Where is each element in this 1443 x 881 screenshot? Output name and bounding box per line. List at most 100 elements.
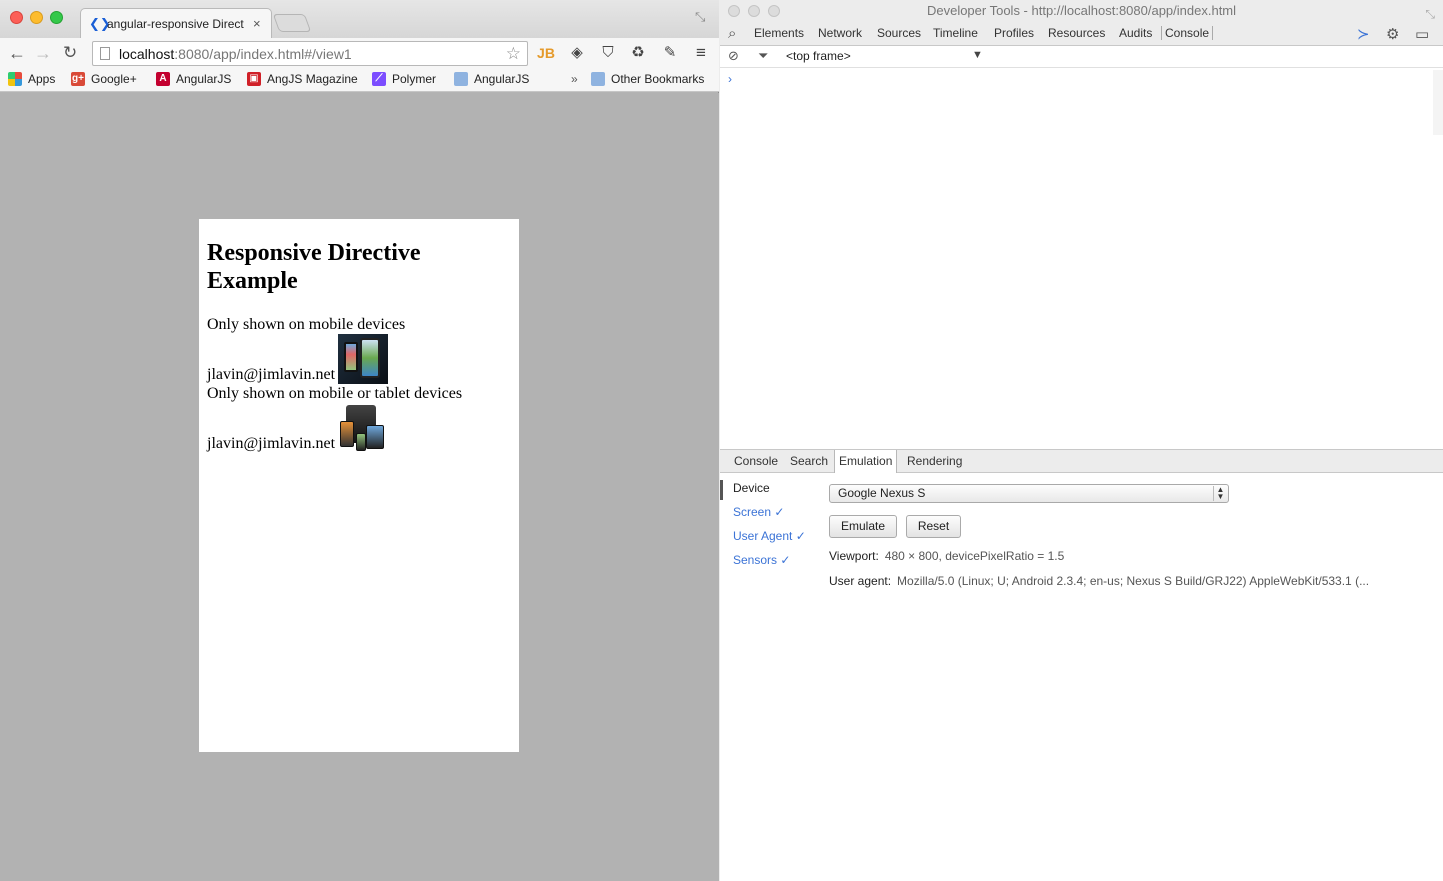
bookmark-angularjs[interactable]: A AngularJS bbox=[156, 72, 231, 86]
user-agent-info: User agent: Mozilla/5.0 (Linux; U; Androi… bbox=[829, 574, 1369, 588]
cup-extension-icon[interactable]: ⛉ bbox=[598, 43, 618, 63]
bookmark-folder-angularjs[interactable]: AngularJS bbox=[454, 72, 529, 86]
drawer-tab-emulation[interactable]: Emulation bbox=[834, 450, 898, 473]
console-toolbar: ⊘ ⏷ <top frame> ▼ bbox=[720, 46, 1443, 68]
fullscreen-icon[interactable]: ⤡ bbox=[695, 9, 705, 25]
bookmark-label: AngJS Magazine bbox=[267, 72, 358, 86]
tab-title: angular-responsive Direct bbox=[107, 16, 244, 31]
emulation-section-device[interactable]: Device bbox=[733, 481, 770, 495]
tab-elements[interactable]: Elements bbox=[754, 26, 804, 40]
console-prompt[interactable]: › bbox=[728, 72, 732, 86]
chevron-down-icon[interactable]: ▼ bbox=[972, 49, 983, 61]
bookmark-label: Google+ bbox=[91, 72, 137, 86]
tab-audits[interactable]: Audits bbox=[1119, 26, 1152, 40]
bookmark-google-plus[interactable]: g+ Google+ bbox=[71, 72, 137, 86]
maximize-window-button[interactable] bbox=[50, 11, 63, 24]
emulation-section-user-agent[interactable]: User Agent ✓ bbox=[733, 529, 806, 543]
bookmark-star-icon[interactable]: ☆ bbox=[506, 44, 521, 64]
forward-arrow-icon[interactable]: → bbox=[34, 42, 52, 64]
batarang-extension-icon[interactable]: JB bbox=[536, 43, 556, 63]
close-window-button[interactable] bbox=[10, 11, 23, 24]
tab-network[interactable]: Network bbox=[818, 26, 862, 40]
emulation-section-sensors[interactable]: Sensors ✓ bbox=[733, 553, 790, 567]
browser-window: ❮❯ angular-responsive Direct × ⤡ ← → ↻ l… bbox=[0, 0, 719, 881]
device-select[interactable]: Google Nexus S ▲ ▼ bbox=[829, 484, 1229, 503]
tab-profiles[interactable]: Profiles bbox=[994, 26, 1034, 40]
drawer-toggle-icon[interactable]: ≻ bbox=[1357, 25, 1370, 43]
address-bar[interactable]: localhost:8080/app/index.html#/view1 ☆ bbox=[92, 41, 528, 66]
bookmark-label: AngularJS bbox=[176, 72, 232, 86]
url-text: localhost:8080/app/index.html#/view1 bbox=[119, 46, 352, 62]
bookmarks-bar: Apps g+ Google+ A AngularJS ▣ AngJS Maga… bbox=[0, 68, 719, 92]
overflow-chevron: » bbox=[571, 72, 578, 86]
bookmark-label: AngularJS bbox=[474, 72, 530, 86]
bookmark-angjs-magazine[interactable]: ▣ AngJS Magazine bbox=[247, 72, 358, 86]
tab-console[interactable]: Console bbox=[1161, 26, 1214, 40]
wrench-extension-icon[interactable]: ✎ bbox=[660, 43, 680, 63]
drawer-tab-rendering[interactable]: Rendering bbox=[907, 454, 962, 468]
selected-section-indicator bbox=[720, 480, 723, 500]
pocket-extension-icon[interactable]: ◈ bbox=[567, 43, 587, 63]
tablet-devices-image bbox=[338, 403, 389, 453]
viewport-label: Viewport: bbox=[829, 549, 879, 563]
emulate-button[interactable]: Emulate bbox=[829, 515, 897, 538]
tablet-text: Only shown on mobile or tablet devices bbox=[207, 385, 463, 402]
back-arrow-icon[interactable]: ← bbox=[8, 42, 26, 64]
emulation-section-screen[interactable]: Screen ✓ bbox=[733, 505, 784, 519]
bookmark-other-bookmarks[interactable]: Other Bookmarks bbox=[591, 72, 704, 86]
browser-toolbar: ← → ↻ localhost:8080/app/index.html#/vie… bbox=[0, 38, 719, 68]
recycle-extension-icon[interactable]: ♻ bbox=[628, 43, 648, 63]
browser-tab[interactable]: ❮❯ angular-responsive Direct × bbox=[80, 8, 272, 38]
bookmarks-overflow-button[interactable]: » bbox=[571, 72, 578, 86]
polymer-icon: ⟋ bbox=[372, 72, 386, 86]
page-viewport: Responsive Directive Example Only shown … bbox=[0, 93, 719, 881]
frame-selector[interactable]: <top frame> bbox=[786, 49, 851, 63]
settings-gear-icon[interactable]: ⚙ bbox=[1386, 25, 1399, 43]
email-text: jlavin@jimlavin.net bbox=[207, 366, 336, 383]
select-arrows-icon: ▲ ▼ bbox=[1213, 486, 1227, 501]
page-icon bbox=[100, 47, 110, 60]
bookmark-label: Apps bbox=[28, 72, 56, 86]
viewport-value: 480 × 800, devicePixelRatio = 1.5 bbox=[884, 549, 1065, 563]
tab-resources[interactable]: Resources bbox=[1048, 26, 1105, 40]
filter-icon[interactable]: ⏷ bbox=[758, 48, 768, 64]
tab-sources[interactable]: Sources bbox=[877, 26, 921, 40]
clear-console-icon[interactable]: ⊘ bbox=[728, 48, 739, 64]
folder-icon bbox=[454, 72, 468, 86]
device-select-value: Google Nexus S bbox=[838, 486, 926, 500]
mobile-email-row: jlavin@jimlavin.net bbox=[207, 334, 511, 384]
tab-timeline[interactable]: Timeline bbox=[933, 26, 978, 40]
devtools-maximize-button[interactable] bbox=[768, 5, 780, 17]
angular-icon: A bbox=[156, 72, 170, 86]
devtools-close-button[interactable] bbox=[728, 5, 740, 17]
emulated-device-screen: Responsive Directive Example Only shown … bbox=[199, 219, 519, 752]
devtools-minimize-button[interactable] bbox=[748, 5, 760, 17]
mobile-only-text: Only shown on mobile devices bbox=[207, 316, 406, 333]
dock-side-icon[interactable]: ▭ bbox=[1415, 25, 1429, 43]
close-tab-icon[interactable]: × bbox=[253, 16, 261, 31]
magazine-icon: ▣ bbox=[247, 72, 261, 86]
reload-icon[interactable]: ↻ bbox=[63, 42, 77, 64]
reset-button[interactable]: Reset bbox=[906, 515, 961, 538]
drawer-tab-search[interactable]: Search bbox=[790, 454, 828, 468]
bookmark-polymer[interactable]: ⟋ Polymer bbox=[372, 72, 436, 86]
bookmark-apps[interactable]: Apps bbox=[8, 72, 55, 86]
new-tab-button[interactable] bbox=[272, 14, 312, 32]
console-scrollbar[interactable] bbox=[1433, 70, 1443, 135]
bookmark-label: Other Bookmarks bbox=[611, 72, 705, 86]
viewport-info: Viewport: 480 × 800, devicePixelRatio = 1… bbox=[829, 549, 1064, 563]
devtools-title: Developer Tools - http://localhost:8080/… bbox=[926, 3, 1237, 18]
minimize-window-button[interactable] bbox=[30, 11, 43, 24]
menu-icon[interactable]: ≡ bbox=[691, 43, 711, 63]
tablet-email-row: jlavin@jimlavin.net bbox=[207, 403, 511, 453]
devtools-titlebar: Developer Tools - http://localhost:8080/… bbox=[720, 0, 1443, 22]
google-plus-icon: g+ bbox=[71, 72, 85, 86]
bookmark-label: Polymer bbox=[392, 72, 437, 86]
mobile-device-image bbox=[338, 334, 389, 384]
search-icon[interactable]: ⌕ bbox=[728, 25, 736, 42]
apps-grid-icon bbox=[8, 72, 22, 86]
devtools-window: Developer Tools - http://localhost:8080/… bbox=[720, 0, 1443, 881]
angular-favicon-icon: ❮❯ bbox=[89, 15, 111, 31]
drawer-tab-console[interactable]: Console bbox=[734, 454, 778, 468]
drawer-tabs: Console Search Emulation Rendering bbox=[720, 449, 1443, 473]
